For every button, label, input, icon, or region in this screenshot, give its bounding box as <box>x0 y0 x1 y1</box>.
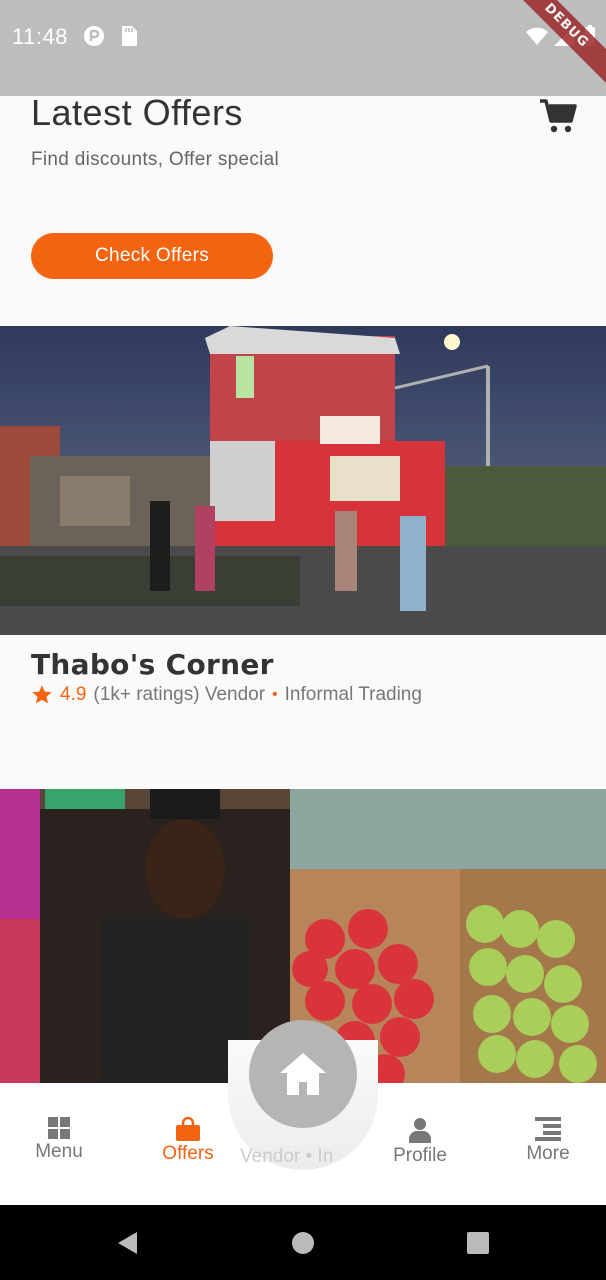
home-button[interactable] <box>249 1020 357 1128</box>
page-subtitle: Find discounts, Offer special <box>31 149 280 170</box>
person-icon <box>409 1118 431 1143</box>
wifi-icon <box>526 27 548 45</box>
home-icon <box>280 1053 326 1095</box>
underlying-text: Vendor • In <box>240 1146 334 1167</box>
nav-label-profile: Profile <box>393 1145 447 1166</box>
vendor-meta: 4.9 (1k+ ratings) Vendor • Informal Trad… <box>31 682 422 708</box>
street-spaza-shop-photo[interactable] <box>0 326 606 635</box>
nav-label-menu: Menu <box>35 1141 83 1162</box>
nav-label-offers: Offers <box>162 1143 214 1164</box>
vendor-category: Informal Trading <box>284 684 422 705</box>
ratings-count: (1k+ ratings) Vendor <box>93 684 266 705</box>
nav-label-more: More <box>526 1143 570 1164</box>
page-title: Latest Offers <box>31 92 243 133</box>
system-navigation-bar <box>0 1205 606 1280</box>
status-time: 11:48 <box>12 24 68 49</box>
nav-item-more[interactable]: More <box>498 1117 598 1165</box>
check-offers-button[interactable]: Check Offers <box>31 233 273 279</box>
shopping-bag-icon <box>176 1117 200 1141</box>
star-icon <box>32 685 52 704</box>
nav-item-menu[interactable]: Menu <box>9 1117 109 1163</box>
rating-value: 4.9 <box>60 684 87 705</box>
list-icon <box>535 1117 561 1141</box>
status-bar: 11:48 DEBUG <box>0 0 606 96</box>
grid-icon <box>48 1117 70 1139</box>
vendor-name[interactable]: Thabo's Corner <box>31 648 274 681</box>
recents-icon[interactable] <box>465 1230 491 1256</box>
sd-card-icon <box>122 26 137 46</box>
cart-icon[interactable] <box>538 98 578 134</box>
notification-icon <box>84 26 104 46</box>
nav-item-offers[interactable]: Offers <box>138 1117 238 1165</box>
back-icon[interactable] <box>115 1230 141 1256</box>
separator-dot: • <box>272 686 278 703</box>
home-circle-icon[interactable] <box>290 1230 316 1256</box>
nav-item-profile[interactable]: Profile <box>370 1117 470 1167</box>
